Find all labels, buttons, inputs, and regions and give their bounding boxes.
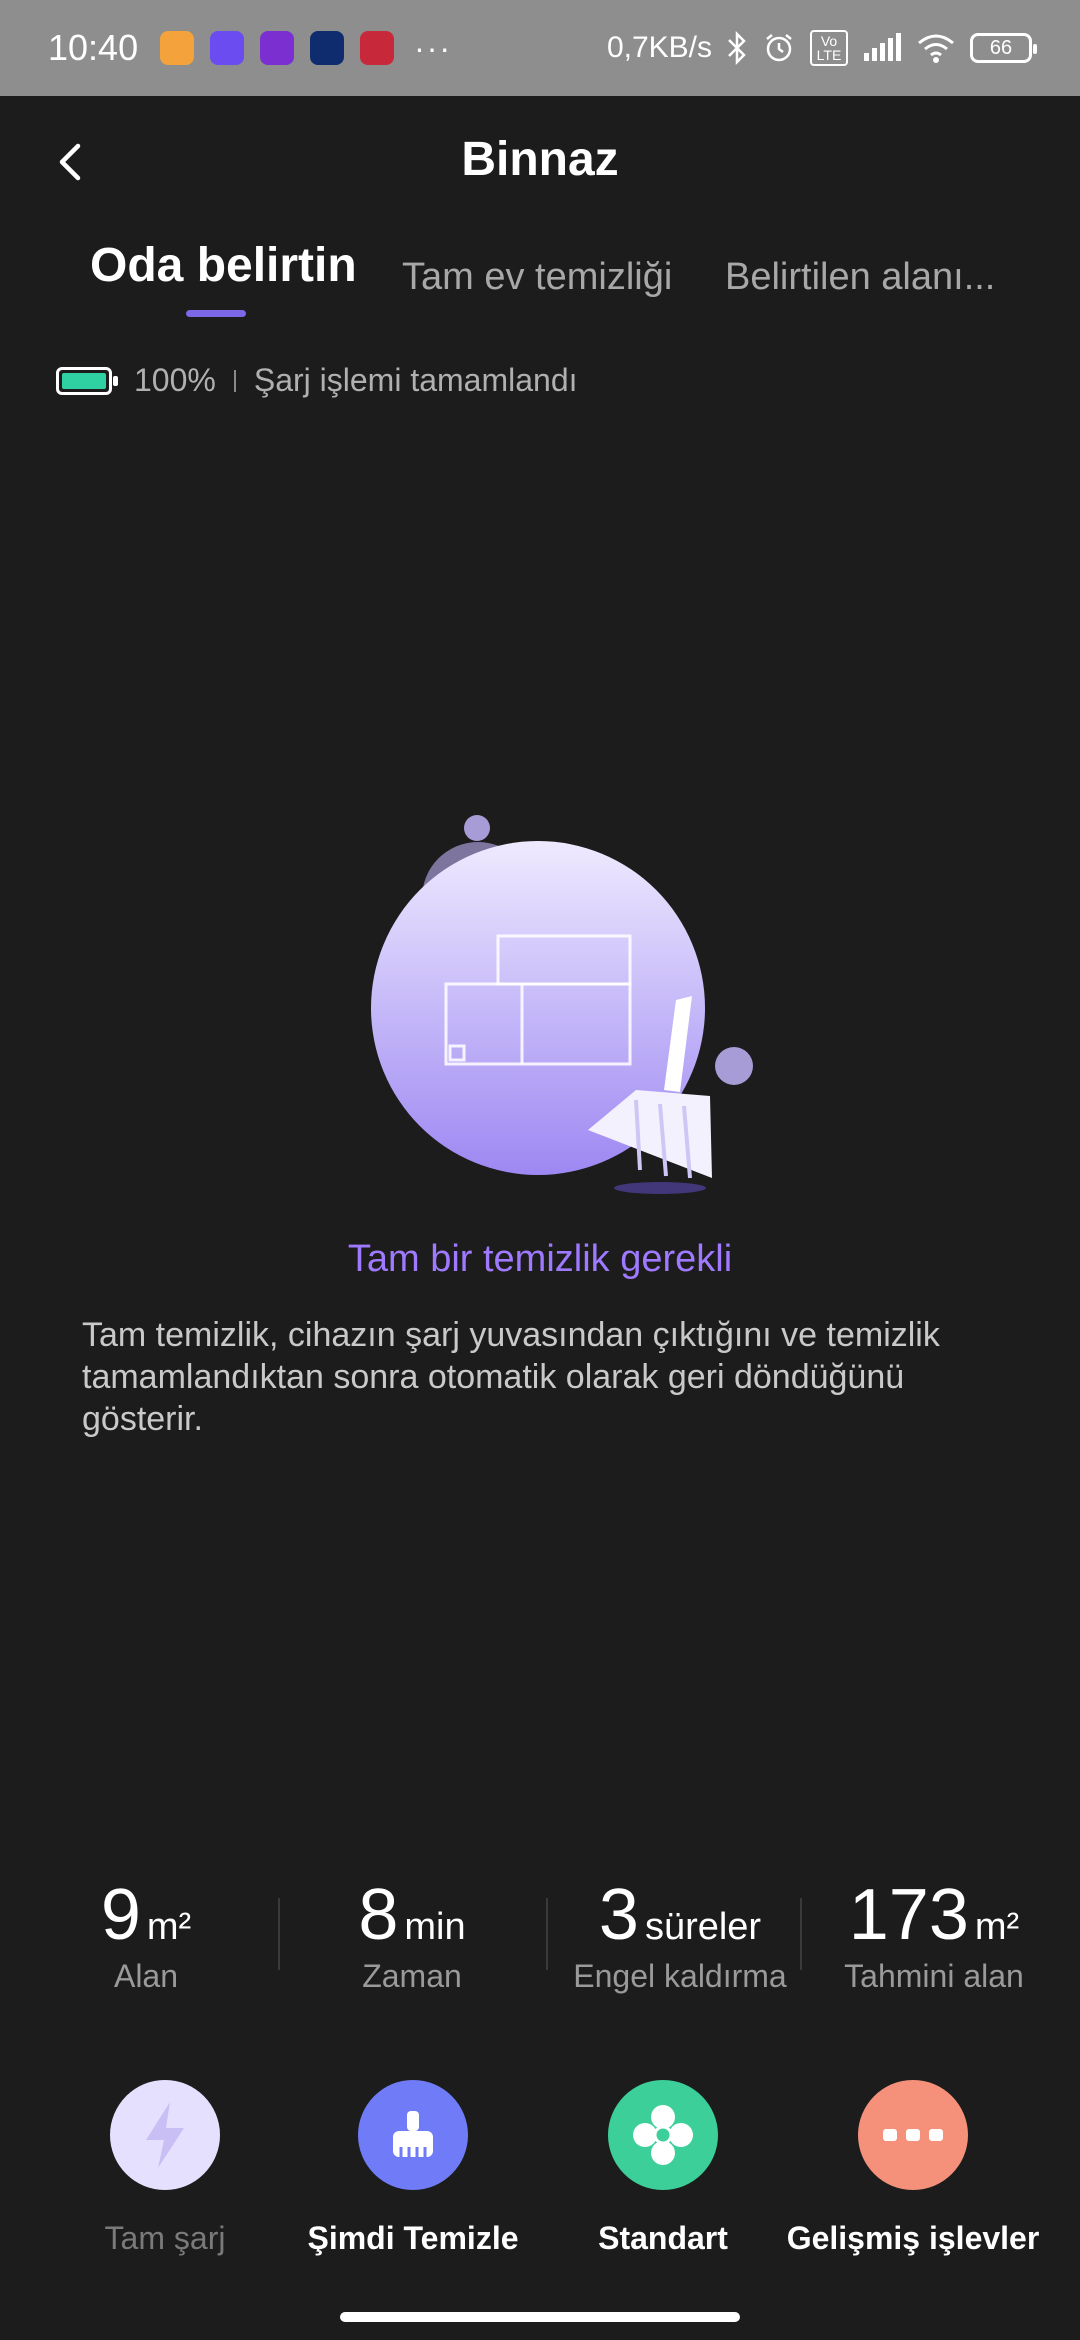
clean-now-button[interactable]: Şimdi Temizle xyxy=(283,2080,543,2257)
battery-status-icon: 66 xyxy=(970,33,1037,63)
advanced-functions-button[interactable]: Gelişmiş işlevler xyxy=(783,2080,1043,2257)
stat-unit: min xyxy=(404,1906,466,1948)
notice-body: Tam temizlik, cihazın şarj yuvasından çı… xyxy=(82,1316,940,1438)
charge-status: 100% Şarj işlemi tamamlandı xyxy=(56,362,578,399)
shop-app-icon xyxy=(360,31,395,65)
divider xyxy=(546,1898,548,1970)
broom-icon xyxy=(358,2080,468,2190)
divider xyxy=(800,1898,802,1970)
stat-value: 3 xyxy=(598,1875,639,1955)
stat-unit: süreler xyxy=(644,1906,762,1948)
battery-icon xyxy=(56,366,118,395)
more-notifications-icon: ··· xyxy=(414,29,453,66)
status-time: 10:40 xyxy=(48,27,139,68)
stat-value: 9 xyxy=(100,1875,141,1955)
action-label: Şimdi Temizle xyxy=(307,2220,519,2256)
full-charge-button[interactable]: Tam şarj xyxy=(35,2080,295,2257)
standard-mode-button[interactable]: Standart xyxy=(533,2080,793,2257)
cleaning-illustration xyxy=(371,815,753,1194)
divider xyxy=(278,1898,280,1970)
signal-icon xyxy=(864,33,901,61)
tab-room[interactable]: Oda belirtin xyxy=(90,238,357,293)
stats-row: 9 m² Alan 8 min Zaman 3 süreler Engel kaldı… xyxy=(0,1874,1080,2014)
mynet-app-icon xyxy=(310,31,345,65)
stat-unit: m² xyxy=(146,1906,192,1948)
mode-tabs: Oda belirtin Tam ev temizliği Belirtilen… xyxy=(0,238,1080,318)
stat-obstacle: 3 süreler Engel kaldırma xyxy=(550,1874,810,1995)
status-app-icons xyxy=(160,31,395,65)
browser-app-icon xyxy=(210,31,245,65)
tab-indicator xyxy=(186,310,246,317)
stat-unit: m² xyxy=(974,1906,1020,1948)
stat-value: 8 xyxy=(358,1875,399,1955)
bluetooth-icon xyxy=(728,31,746,65)
notice-title: Tam bir temizlik gerekli xyxy=(347,1238,733,1280)
tab-full-home[interactable]: Tam ev temizliği xyxy=(402,256,672,299)
more-icon xyxy=(858,2080,968,2190)
tab-zone[interactable]: Belirtilen alanı... xyxy=(725,256,995,299)
stat-area: 9 m² Alan xyxy=(16,1874,276,1995)
stat-label: Alan xyxy=(113,1958,179,1994)
charge-text: Şarj işlemi tamamlandı xyxy=(253,362,578,398)
battery-status-value: 66 xyxy=(989,36,1013,59)
fan-icon xyxy=(608,2080,718,2190)
stat-time: 8 min Zaman xyxy=(282,1874,542,1995)
network-speed: 0,7KB/s xyxy=(606,31,712,64)
action-label: Gelişmiş işlevler xyxy=(786,2220,1040,2256)
stat-label: Engel kaldırma xyxy=(573,1958,787,1994)
action-label: Standart xyxy=(598,2220,728,2256)
stat-estimated-area: 173 m² Tahmini alan xyxy=(804,1874,1064,1995)
status-bar: 10:40 ··· 0,7KB/s Vo LTE 66 xyxy=(0,0,1080,96)
monitor-app-icon xyxy=(260,31,295,65)
battery-percent: 100% xyxy=(134,362,216,398)
stat-value: 173 xyxy=(848,1875,969,1955)
divider xyxy=(233,369,236,392)
stat-label: Zaman xyxy=(362,1958,462,1994)
home-indicator[interactable] xyxy=(340,2312,740,2322)
lightning-icon xyxy=(110,2080,220,2190)
volte-icon: Vo LTE xyxy=(810,30,848,66)
wifi-icon xyxy=(918,34,954,63)
action-label: Tam şarj xyxy=(104,2220,226,2256)
page-title: Binnaz xyxy=(461,133,619,186)
stat-label: Tahmini alan xyxy=(844,1958,1024,1994)
alarm-icon xyxy=(766,34,792,62)
notes-app-icon xyxy=(160,31,195,65)
